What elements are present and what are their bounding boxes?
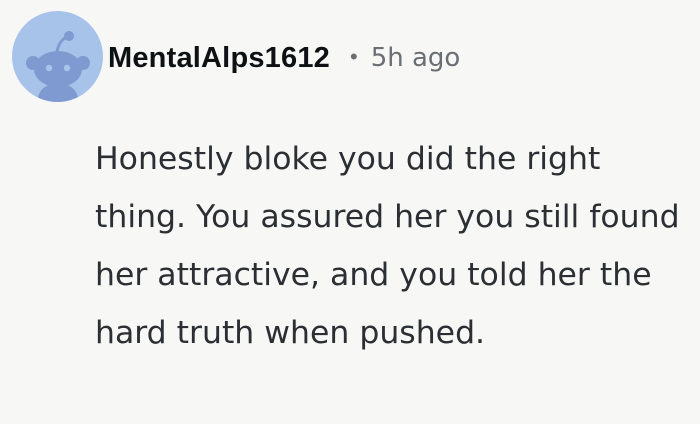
user-avatar[interactable] — [12, 11, 103, 102]
comment-card: MentalAlps1612 • 5h ago Honestly bloke y… — [0, 0, 700, 424]
username-link[interactable]: MentalAlps1612 — [108, 42, 330, 75]
comment-meta: MentalAlps1612 • 5h ago — [108, 36, 460, 80]
comment-timestamp[interactable]: 5h ago — [371, 43, 461, 73]
meta-separator: • — [350, 44, 358, 69]
reddit-snoo-icon — [26, 31, 90, 102]
comment-body: Honestly bloke you did the right thing. … — [95, 141, 680, 351]
